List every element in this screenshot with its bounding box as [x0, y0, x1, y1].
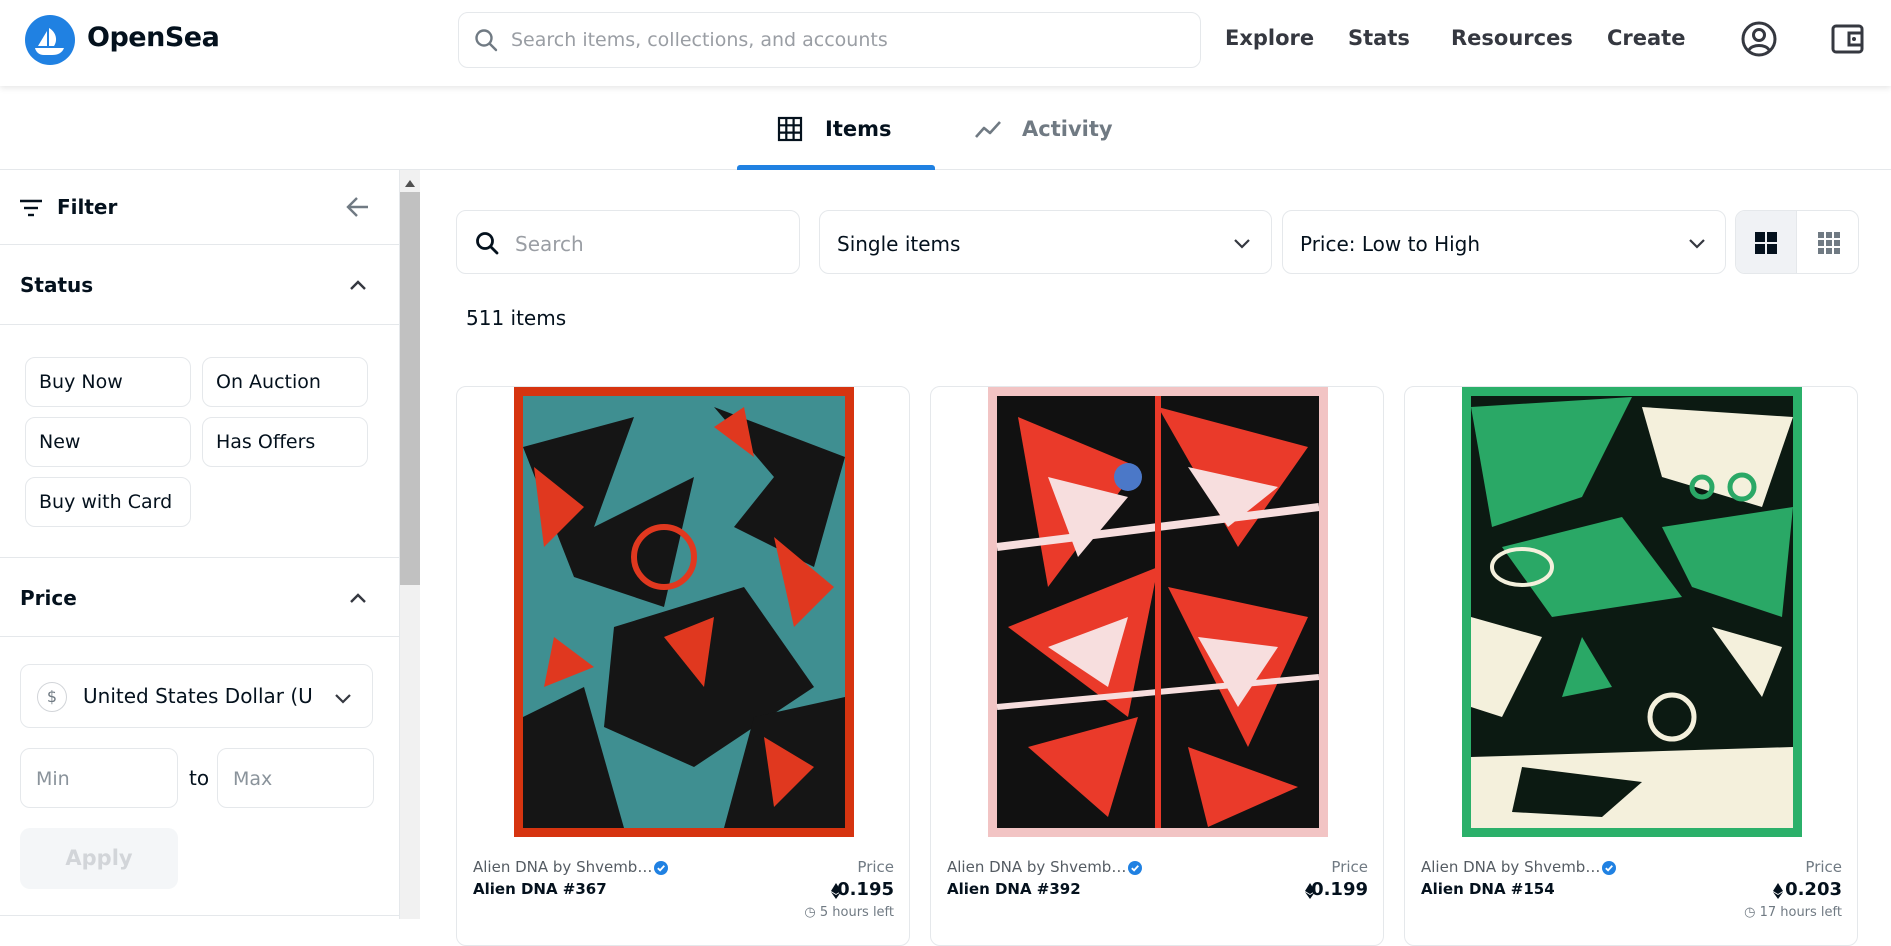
- item-count: 511 items: [466, 306, 567, 330]
- time-left-text: 5 hours left: [819, 905, 894, 920]
- nft-artwork-image: [1462, 387, 1802, 837]
- chevron-down-icon: [1233, 235, 1251, 254]
- status-title: Status: [20, 273, 94, 297]
- sort-value: Price: Low to High: [1300, 232, 1481, 256]
- time-left: ◷ 17 hours left: [1744, 905, 1842, 920]
- filter-header: Filter: [0, 170, 400, 245]
- items-main: Search Single items Price: Low to High 5…: [421, 170, 1891, 946]
- nft-artwork-image: [514, 387, 854, 837]
- item-name[interactable]: Alien DNA #392: [947, 880, 1081, 898]
- status-has-offers[interactable]: Has Offers: [202, 417, 368, 467]
- time-left-text: 17 hours left: [1759, 905, 1842, 920]
- verified-badge-icon: [1602, 860, 1616, 879]
- status-buy-with-card[interactable]: Buy with Card: [25, 477, 191, 527]
- collection-name[interactable]: Alien DNA by Shvemb…: [947, 858, 1126, 876]
- items-search[interactable]: Search: [456, 210, 800, 274]
- chevron-up-icon: [349, 276, 367, 295]
- price-label: Price: [1331, 858, 1368, 876]
- clock-icon: ◷: [804, 905, 816, 920]
- nav-resources[interactable]: Resources: [1451, 26, 1573, 50]
- price-min-input[interactable]: Min: [20, 748, 178, 808]
- profile-icon[interactable]: [1740, 20, 1778, 62]
- opensea-logo-icon[interactable]: [25, 15, 75, 65]
- verified-badge-icon: [654, 860, 668, 879]
- time-left: ◷ 5 hours left: [804, 905, 894, 920]
- price-value: 0.199: [1311, 879, 1368, 900]
- scroll-up-arrow-icon[interactable]: [404, 174, 416, 193]
- brand-name[interactable]: OpenSea: [87, 22, 220, 53]
- grid-icon: [777, 116, 803, 146]
- view-toggle: [1735, 210, 1859, 274]
- large-grid-icon: [1755, 232, 1777, 258]
- nav-create[interactable]: Create: [1607, 26, 1685, 50]
- tab-items-label: Items: [825, 117, 892, 141]
- clock-icon: ◷: [1744, 905, 1756, 920]
- tab-activity-label: Activity: [1022, 117, 1113, 141]
- items-search-placeholder: Search: [515, 232, 584, 256]
- top-navbar: OpenSea Explore Stats Resources Create: [0, 0, 1891, 86]
- collection-tabs: Items Activity: [0, 86, 1891, 170]
- nft-artwork-image: [988, 387, 1328, 837]
- global-search[interactable]: [458, 12, 1201, 68]
- search-icon: [473, 27, 499, 57]
- wallet-icon[interactable]: [1829, 20, 1867, 62]
- chevron-down-icon: [334, 690, 352, 709]
- verified-badge-icon: [1128, 860, 1142, 879]
- status-buy-now[interactable]: Buy Now: [25, 357, 191, 407]
- status-section-header[interactable]: Status: [0, 245, 400, 325]
- tab-activity[interactable]: Activity: [962, 86, 1152, 170]
- small-grid-view-button[interactable]: [1798, 211, 1858, 273]
- nft-card[interactable]: Alien DNA by Shvemb… Alien DNA #154 Pric…: [1404, 386, 1858, 946]
- price-label: Price: [1805, 858, 1842, 876]
- sidebar-scrollbar[interactable]: [400, 170, 420, 919]
- collection-name[interactable]: Alien DNA by Shvemb…: [1421, 858, 1600, 876]
- price-range-to-label: to: [189, 766, 210, 790]
- filter-sidebar: Filter Status Buy Now On Auction New Has…: [0, 170, 400, 919]
- item-name[interactable]: Alien DNA #154: [1421, 880, 1555, 898]
- scrollbar-thumb[interactable]: [400, 192, 420, 585]
- large-grid-view-button[interactable]: [1736, 211, 1797, 273]
- status-on-auction[interactable]: On Auction: [202, 357, 368, 407]
- collection-name[interactable]: Alien DNA by Shvemb…: [473, 858, 652, 876]
- activity-chart-icon: [974, 118, 1002, 144]
- filter-lines-icon: [19, 198, 43, 222]
- global-search-input[interactable]: [511, 19, 1171, 61]
- price-title: Price: [20, 586, 77, 610]
- collapse-arrow-left-icon[interactable]: [345, 195, 371, 223]
- price-value: 0.203: [1785, 879, 1842, 900]
- status-new[interactable]: New: [25, 417, 191, 467]
- item-name[interactable]: Alien DNA #367: [473, 880, 607, 898]
- price-section-header[interactable]: Price: [0, 557, 400, 637]
- small-grid-icon: [1818, 232, 1840, 258]
- nft-card[interactable]: Alien DNA by Shvemb… Alien DNA #392 Pric…: [930, 386, 1384, 946]
- sort-dropdown[interactable]: Price: Low to High: [1282, 210, 1726, 274]
- currency-select[interactable]: $ United States Dollar (USD): [20, 664, 373, 728]
- currency-selected-value: United States Dollar (USD): [83, 684, 313, 708]
- eth-icon: [1773, 883, 1783, 903]
- nav-explore[interactable]: Explore: [1225, 26, 1314, 50]
- apply-price-button[interactable]: Apply: [20, 828, 178, 889]
- nav-stats[interactable]: Stats: [1348, 26, 1410, 50]
- items-type-dropdown[interactable]: Single items: [819, 210, 1272, 274]
- chevron-down-icon: [1688, 235, 1706, 254]
- price-max-input[interactable]: Max: [217, 748, 374, 808]
- price-value: 0.195: [837, 879, 894, 900]
- filter-title: Filter: [57, 195, 118, 219]
- section-divider: [0, 915, 400, 916]
- chevron-up-icon: [349, 589, 367, 608]
- price-label: Price: [857, 858, 894, 876]
- tab-items[interactable]: Items: [737, 86, 935, 170]
- nft-card[interactable]: Alien DNA by Shvemb… Alien DNA #367 Pric…: [456, 386, 910, 946]
- items-type-value: Single items: [837, 232, 961, 256]
- search-icon: [474, 230, 500, 260]
- dollar-coin-icon: $: [37, 682, 67, 712]
